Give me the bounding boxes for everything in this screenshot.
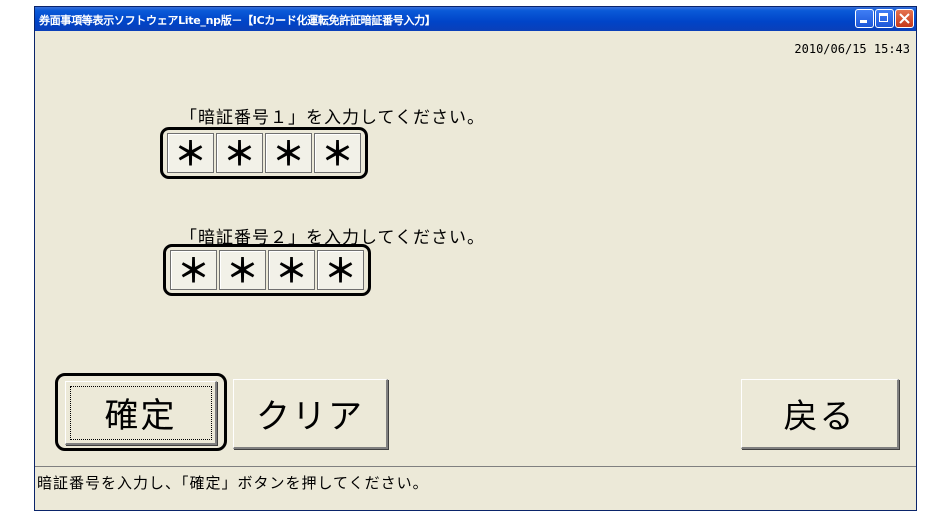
datetime-display: 2010/06/15 15:43 (794, 42, 910, 56)
confirm-button-highlight: 確定 (55, 373, 227, 451)
title-bar[interactable]: 券面事項等表示ソフトウェアLite_np版－【ICカード化運転免許証暗証番号入力… (35, 7, 916, 31)
confirm-button[interactable]: 確定 (65, 381, 217, 445)
app-window: 券面事項等表示ソフトウェアLite_np版－【ICカード化運転免許証暗証番号入力… (34, 6, 917, 511)
pin1-digit-2[interactable]: ＊ (216, 133, 263, 173)
close-icon (899, 13, 910, 24)
back-button[interactable]: 戻る (741, 379, 899, 449)
pin2-digit-4[interactable]: ＊ (317, 250, 364, 290)
pin1-digit-3[interactable]: ＊ (265, 133, 312, 173)
pin1-digit-4[interactable]: ＊ (314, 133, 361, 173)
clear-button[interactable]: クリア (233, 379, 388, 449)
pin1-prompt: 「暗証番号１」を入力してください。 (180, 108, 485, 128)
pin2-digit-3[interactable]: ＊ (268, 250, 315, 290)
window-title: 券面事項等表示ソフトウェアLite_np版－【ICカード化運転免許証暗証番号入力… (39, 14, 436, 27)
maximize-button[interactable] (875, 9, 894, 28)
status-bar: 暗証番号を入力し、「確定」ボタンを押してください。 (35, 466, 916, 494)
pin2-digit-1[interactable]: ＊ (170, 250, 217, 290)
close-button[interactable] (895, 9, 914, 28)
pin1-digit-1[interactable]: ＊ (167, 133, 214, 173)
minimize-button[interactable] (855, 9, 874, 28)
pin1-input-group[interactable]: ＊ ＊ ＊ ＊ (160, 127, 368, 179)
pin2-input-group[interactable]: ＊ ＊ ＊ ＊ (163, 244, 371, 296)
pin2-digit-2[interactable]: ＊ (219, 250, 266, 290)
status-message: 暗証番号を入力し、「確定」ボタンを押してください。 (37, 474, 429, 492)
